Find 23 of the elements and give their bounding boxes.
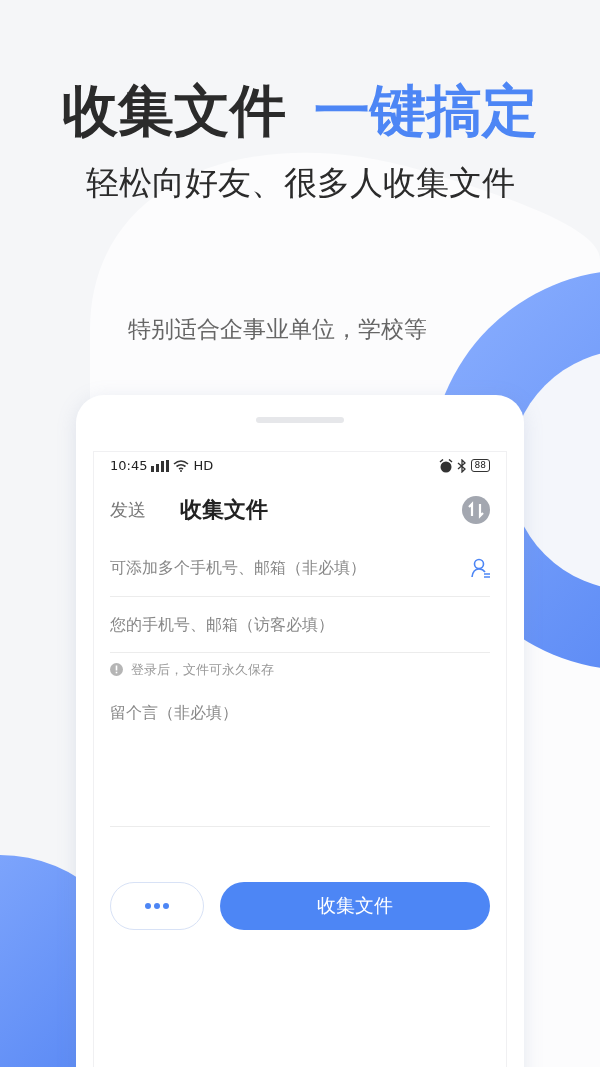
headline-text: 收集文件	[62, 78, 286, 143]
network-label: HD	[193, 456, 214, 475]
signal-icon	[151, 459, 170, 472]
tab[interactable]: 发送	[110, 496, 146, 524]
tagline-text: 特别适合企事业单位，学校等	[128, 316, 427, 343]
battery-indicator: 88	[470, 459, 490, 473]
switch-icon[interactable]	[462, 495, 490, 524]
input-field[interactable]: 可添加多个手机号、邮箱（非必填）	[110, 539, 471, 596]
message-field[interactable]: 留个言（非必填）	[110, 686, 490, 827]
contacts-icon[interactable]	[471, 557, 490, 578]
bluetooth-icon	[456, 458, 467, 473]
tab[interactable]: 收集文件	[180, 493, 268, 527]
headline-accent-text: 一键搞定	[314, 78, 538, 143]
subtitle-text: 轻松向好友、很多人收集文件	[84, 161, 516, 204]
more-icon	[145, 902, 169, 909]
more-button[interactable]	[110, 881, 204, 930]
hint-text: 登录后，文件可永久保存	[131, 660, 274, 679]
alarm-icon	[438, 458, 453, 473]
wifi-icon	[173, 459, 190, 472]
collect-button[interactable]: 收集文件	[220, 881, 490, 930]
warning-icon	[110, 663, 123, 677]
status-time: 10:45	[110, 456, 148, 475]
input-field[interactable]: 您的手机号、邮箱（访客必填）	[110, 596, 490, 653]
